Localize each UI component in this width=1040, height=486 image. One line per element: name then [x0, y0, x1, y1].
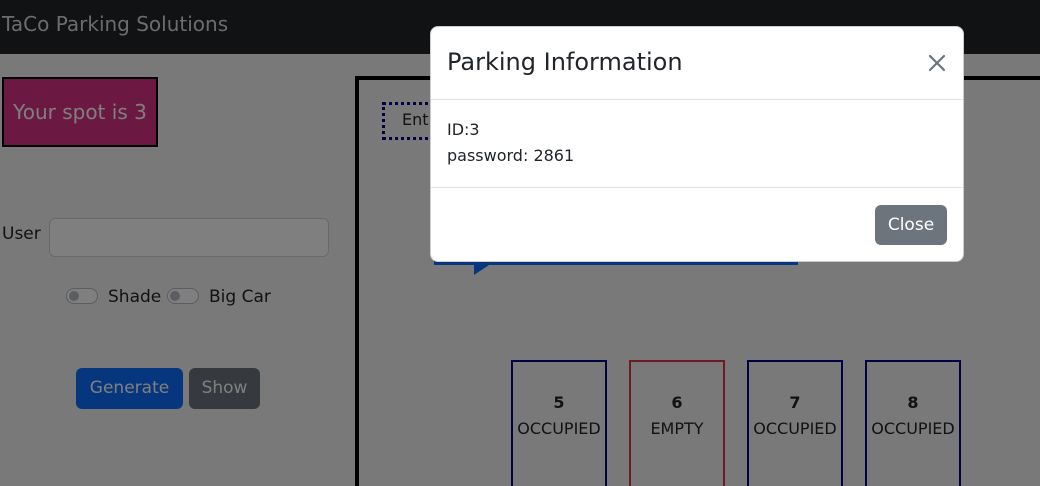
- parking-password-text: password: 2861: [447, 146, 575, 165]
- parking-info-modal: Parking Information ID:3 password: 2861 …: [430, 26, 964, 262]
- modal-title: Parking Information: [447, 48, 683, 76]
- close-button[interactable]: Close: [875, 205, 947, 245]
- close-icon[interactable]: [925, 51, 949, 75]
- parking-id-text: ID:3: [447, 120, 480, 139]
- page: TaCo Parking Solutions Your spot is 3 Us…: [0, 0, 1040, 486]
- modal-footer: Close: [431, 187, 963, 263]
- modal-body: ID:3 password: 2861: [447, 117, 574, 169]
- modal-header: Parking Information: [431, 27, 963, 100]
